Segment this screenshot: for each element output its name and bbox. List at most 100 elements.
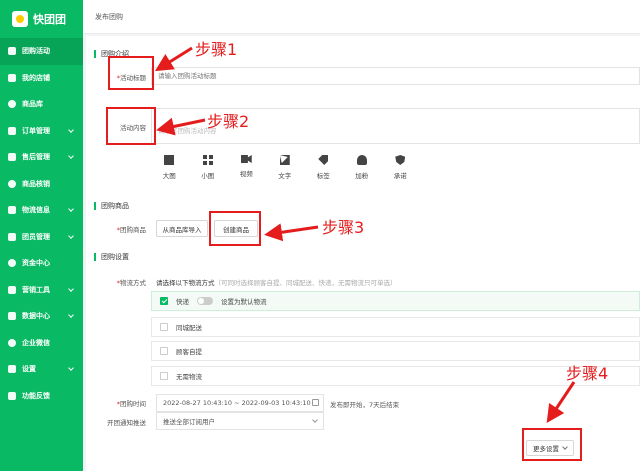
title-input[interactable] [151, 67, 640, 85]
sidebar-item-2[interactable]: 商品库 [0, 91, 83, 118]
app-name: 快团团 [33, 13, 66, 26]
tool-video[interactable]: 视频 [227, 155, 266, 180]
shipping-label: *物流方式 [116, 279, 146, 287]
sidebar-item-label: 商品库 [22, 100, 43, 109]
aftersale-icon [8, 153, 16, 162]
annotation-step2: 步骤2 [207, 112, 250, 131]
sidebar-item-label: 团员管理 [22, 232, 50, 241]
sidebar-item-12[interactable]: 设置 [0, 356, 83, 383]
member-icon [8, 232, 16, 241]
shipping-option-local[interactable]: 同城配送 [151, 317, 640, 337]
video-icon [240, 155, 252, 163]
time-label: *团购时间 [116, 400, 146, 408]
activity-icon [8, 47, 16, 56]
annotation-step1: 步骤1 [195, 40, 238, 59]
default-shipping-toggle[interactable] [197, 297, 213, 305]
tool-tag[interactable]: 标签 [304, 155, 343, 180]
chevron-down-icon [68, 232, 74, 239]
chevron-down-icon [68, 365, 74, 372]
chevron-down-icon [68, 153, 74, 160]
tool-text[interactable]: 文字 [266, 155, 305, 180]
shipping-option-pickup[interactable]: 顾客自提 [151, 341, 640, 361]
calendar-icon [312, 399, 319, 406]
wallet-icon [8, 259, 16, 268]
marketing-icon [8, 285, 16, 294]
logistics-icon [8, 206, 16, 215]
section-goods-title: 团购商品 [94, 202, 129, 210]
sidebar-item-label: 订单管理 [22, 126, 50, 135]
sidebar-item-13[interactable]: 功能反馈 [0, 383, 83, 410]
notify-select[interactable]: 推送全部订阅用户 [156, 412, 324, 430]
sidebar-item-label: 团购活动 [22, 47, 50, 56]
data-icon [8, 312, 16, 321]
goods-label: *团购商品 [116, 226, 146, 234]
grid-icon [202, 155, 213, 165]
sidebar-item-1[interactable]: 我的店铺 [0, 65, 83, 92]
tool-promise[interactable]: 承诺 [381, 155, 420, 180]
wecom-icon [8, 338, 16, 347]
sidebar-item-11[interactable]: 企业微信 [0, 330, 83, 357]
logo-icon [12, 11, 28, 27]
express-checkbox[interactable] [160, 297, 168, 305]
sidebar-item-label: 售后管理 [22, 153, 50, 162]
chevron-down-icon [68, 312, 74, 319]
annotation-step4: 步骤4 [566, 364, 609, 383]
top-bar: 发布团购 [83, 0, 640, 34]
image-icon [164, 155, 175, 165]
tool-small-image[interactable]: 小图 [189, 155, 228, 180]
content-tools: 大图 小图 视频 文字 标签 加粉 承诺 [150, 155, 420, 180]
breadcrumb: 发布团购 [95, 12, 123, 21]
sidebar-item-label: 物流信息 [22, 206, 50, 215]
sidebar-item-label: 数据中心 [22, 312, 50, 321]
sidebar-item-label: 设置 [22, 365, 36, 374]
order-icon [8, 126, 16, 135]
tool-add-fans[interactable]: 加粉 [343, 155, 382, 180]
shield-icon [395, 155, 406, 165]
sidebar-item-10[interactable]: 数据中心 [0, 303, 83, 330]
sidebar-item-label: 企业微信 [22, 338, 50, 347]
settings-icon [8, 365, 16, 374]
chevron-down-icon [68, 206, 74, 213]
sidebar-item-8[interactable]: 资金中心 [0, 250, 83, 277]
edit-icon [279, 155, 290, 165]
sidebar-item-label: 功能反馈 [22, 391, 50, 400]
sidebar-item-0[interactable]: 团购活动 [0, 38, 83, 65]
sidebar-item-4[interactable]: 售后管理 [0, 144, 83, 171]
shipping-option-express[interactable]: 快递 设置为默认物流 [151, 291, 640, 311]
import-goods-button[interactable]: 从商品库导入 [156, 220, 208, 237]
chevron-down-icon [312, 417, 318, 423]
form-panel: 团购介绍 *活动标题 活动内容 请填写团购活动内容 大图 小图 视频 文字 标签… [86, 36, 640, 471]
shipping-hint: 请选择以下物流方式（可同时选择顾客自提、同城配送、快递，无需物流只可单选） [156, 279, 397, 287]
store-icon [8, 73, 16, 82]
add-user-icon [356, 155, 367, 165]
sidebar-item-9[interactable]: 营销工具 [0, 277, 83, 304]
none-checkbox[interactable] [160, 372, 168, 380]
sidebar-item-label: 营销工具 [22, 285, 50, 294]
sidebar-item-label: 商品核销 [22, 179, 50, 188]
time-note: 发布即开始，7天后结束 [330, 401, 400, 409]
sidebar-item-6[interactable]: 物流信息 [0, 197, 83, 224]
tag-icon [318, 155, 329, 165]
annotation-box-step4 [522, 428, 582, 461]
annotation-step3: 步骤3 [322, 218, 365, 237]
section-settings-title: 团购设置 [94, 253, 129, 261]
pickup-checkbox[interactable] [160, 347, 168, 355]
sidebar-item-7[interactable]: 团员管理 [0, 224, 83, 251]
time-range-input[interactable]: 2022-08-27 10:43:10 ~ 2022-09-03 10:43:1… [156, 394, 324, 412]
local-checkbox[interactable] [160, 323, 168, 331]
annotation-box-step1 [108, 56, 154, 90]
annotation-box-step2 [106, 107, 156, 145]
sidebar-item-3[interactable]: 订单管理 [0, 118, 83, 145]
sidebar-item-label: 资金中心 [22, 259, 50, 268]
goods-icon [8, 100, 16, 109]
verify-icon [8, 179, 16, 188]
app-logo[interactable]: 快团团 [0, 0, 83, 38]
notify-label: 开团通知推送 [107, 419, 146, 427]
feedback-icon [8, 391, 16, 400]
annotation-box-step3 [209, 211, 261, 246]
tool-large-image[interactable]: 大图 [150, 155, 189, 180]
sidebar: 快团团 团购活动我的店铺商品库订单管理售后管理商品核销物流信息团员管理资金中心营… [0, 0, 83, 471]
sidebar-item-label: 我的店铺 [22, 73, 50, 82]
chevron-down-icon [68, 126, 74, 133]
sidebar-item-5[interactable]: 商品核销 [0, 171, 83, 198]
